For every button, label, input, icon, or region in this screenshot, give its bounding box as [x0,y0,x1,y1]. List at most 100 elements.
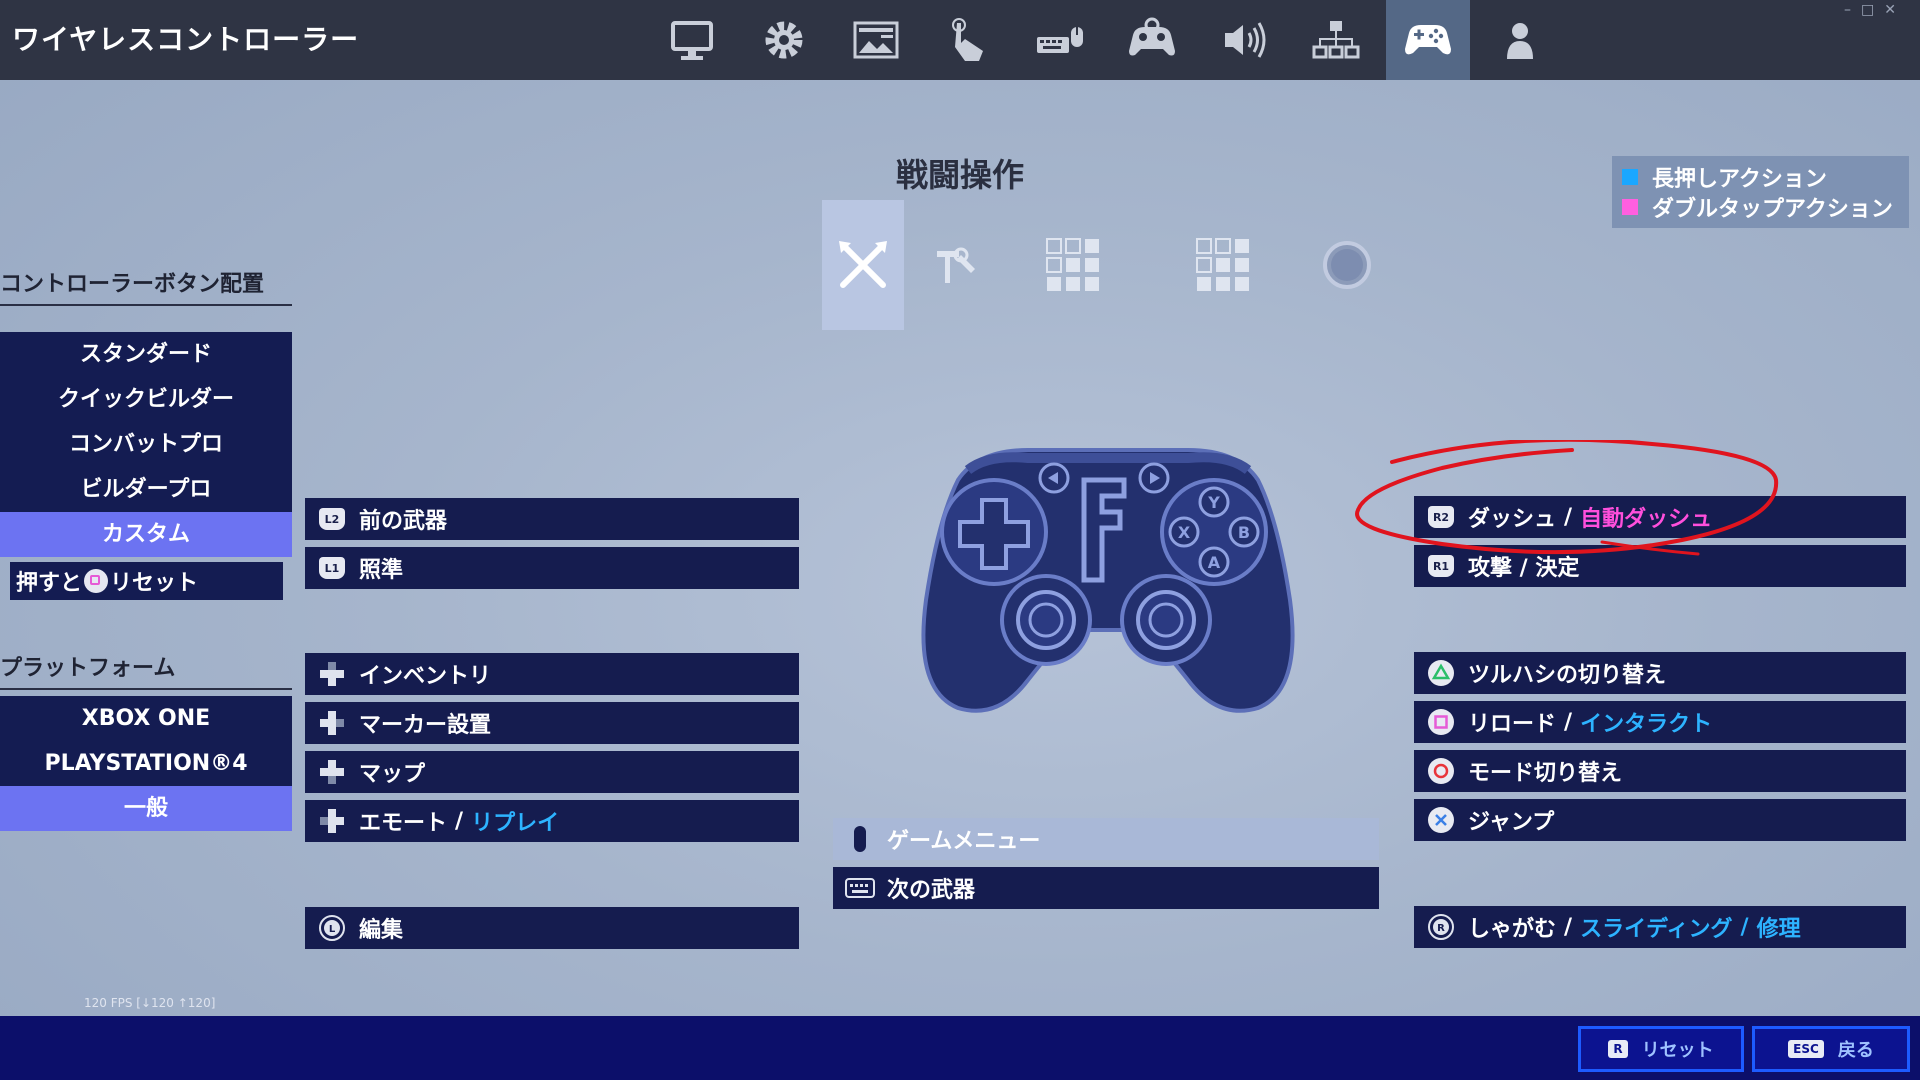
binding-triangle[interactable]: ツルハシの切り替え [1414,652,1906,694]
legend-hold: 長押しアクション [1622,162,1899,192]
binding-label: モード切り替え [1468,761,1623,786]
tab-audio[interactable] [1202,0,1286,80]
tab-account[interactable] [1478,0,1562,80]
binding-label: 次の武器 [887,878,976,903]
fps-counter: 120 FPS [↓120 ↑120] [84,996,216,1010]
tab-keyboard-mouse[interactable] [1018,0,1102,80]
binding-label: ジャンプ [1468,810,1555,835]
r3-button-icon: R [1426,912,1456,942]
top-bar: ワイヤレスコントローラー –□✕ [0,0,1920,80]
tab-grid-1[interactable] [1032,200,1114,330]
tab-network[interactable] [1294,0,1378,80]
keyboard-mouse-icon [1037,27,1083,53]
tab-circle[interactable] [1306,200,1388,330]
layout-custom[interactable]: カスタム [0,512,292,557]
binding-circle[interactable]: モード切り替え [1414,750,1906,792]
reset-button[interactable]: R リセット [1578,1026,1744,1072]
platform-ps4[interactable]: PLAYSTATION®4 [0,741,292,786]
l2-button-icon: L2 [317,504,347,534]
tab-combat[interactable] [822,200,904,330]
hud-layout-icon [853,21,899,59]
tab-settings[interactable] [742,0,826,80]
tab-grid-2[interactable] [1182,200,1264,330]
platform-xbox[interactable]: XBOX ONE [0,696,292,741]
tab-build[interactable] [912,200,994,330]
binding-label: 前の武器 [359,509,448,534]
l3-button-icon: L [317,913,347,943]
separator: / [1564,914,1573,940]
binding-l3[interactable]: L 編集 [305,907,799,949]
svg-text:L: L [329,924,336,935]
legend-double-tap: ダブルタップアクション [1622,192,1899,222]
binding-label: 編集 [359,918,404,943]
layout-standard[interactable]: スタンダード [0,332,292,377]
binding-dpad-up[interactable]: インベントリ [305,653,799,695]
binding-hold-label: リプレイ [471,811,560,836]
esc-key-icon: ESC [1788,1040,1824,1058]
circle-icon [1323,241,1371,289]
binding-label: ゲームメニュー [887,829,1041,854]
binding-label: マーカー設置 [359,713,492,738]
l1-button-icon: L1 [317,553,347,583]
dpad-icon [317,708,347,738]
tab-hud[interactable] [834,0,918,80]
build-tools-icon [937,247,975,283]
grid-alt-icon [1196,238,1249,291]
binding-hold-label: インタラクト [1580,712,1713,737]
reset-hint-prefix: 押すと [16,571,83,596]
options-button-icon [845,824,875,854]
window-controls[interactable]: –□✕ [1844,2,1906,18]
platform-list: XBOX ONE PLAYSTATION®4 一般 [0,696,292,831]
touch-icon [952,18,983,61]
binding-square[interactable]: リロード / インタラクト [1414,701,1906,743]
crossed-swords-icon [839,241,887,288]
svg-text:B: B [1238,523,1250,542]
binding-dpad-right[interactable]: マーカー設置 [305,702,799,744]
binding-cross[interactable]: ジャンプ [1414,799,1906,841]
square-button-icon [84,569,109,593]
gamepad-icon [1405,25,1451,55]
touchpad-icon [845,873,875,903]
reset-hint: 押すと リセット [10,562,283,600]
platform-heading: プラットフォーム [0,650,292,690]
tab-touch[interactable] [926,0,1010,80]
platform-general[interactable]: 一般 [0,786,292,831]
monitor-icon [671,21,713,60]
layout-builder-pro[interactable]: ビルダープロ [0,467,292,512]
r-key-icon: R [1608,1040,1628,1058]
window-title: ワイヤレスコントローラー [12,23,360,56]
binding-dpad-left[interactable]: エモート / リプレイ [305,800,799,842]
account-icon [1507,23,1533,59]
binding-touchpad[interactable]: 次の武器 [833,867,1379,909]
circle-button-icon [1426,756,1456,786]
network-icon [1312,21,1360,59]
binding-label: マップ [359,762,426,787]
binding-label: 照準 [359,558,404,583]
back-button-label: 戻る [1837,1040,1874,1061]
tab-controller[interactable] [1386,0,1470,80]
back-button[interactable]: ESC 戻る [1752,1026,1910,1072]
gear-icon [765,21,803,59]
layout-combat-pro[interactable]: コンバットプロ [0,422,292,467]
reset-hint-suffix: リセット [110,571,199,596]
svg-text:X: X [1178,523,1191,542]
layout-quick-builder[interactable]: クイックビルダー [0,377,292,422]
separator: / [1564,709,1573,735]
tab-display[interactable] [650,0,734,80]
hold-swatch [1622,169,1638,185]
svg-text:Y: Y [1207,493,1220,512]
reset-button-label: リセット [1641,1040,1714,1061]
binding-hold-label-2: 修理 [1756,917,1801,942]
controller-illustration: Y X B A [921,448,1295,713]
binding-l2[interactable]: L2 前の武器 [305,498,799,540]
binding-options[interactable]: ゲームメニュー [833,818,1379,860]
binding-dpad-down[interactable]: マップ [305,751,799,793]
binding-l1[interactable]: L1 照準 [305,547,799,589]
tab-controller-settings[interactable] [1110,0,1194,80]
binding-label: ツルハシの切り替え [1468,663,1667,688]
speaker-icon [1225,22,1266,58]
grid-icon [1046,238,1099,291]
red-annotation-circle [1355,440,1779,556]
binding-r3[interactable]: R しゃがむ / スライディング / 修理 [1414,906,1906,948]
action-legend: 長押しアクション ダブルタップアクション [1612,156,1909,228]
